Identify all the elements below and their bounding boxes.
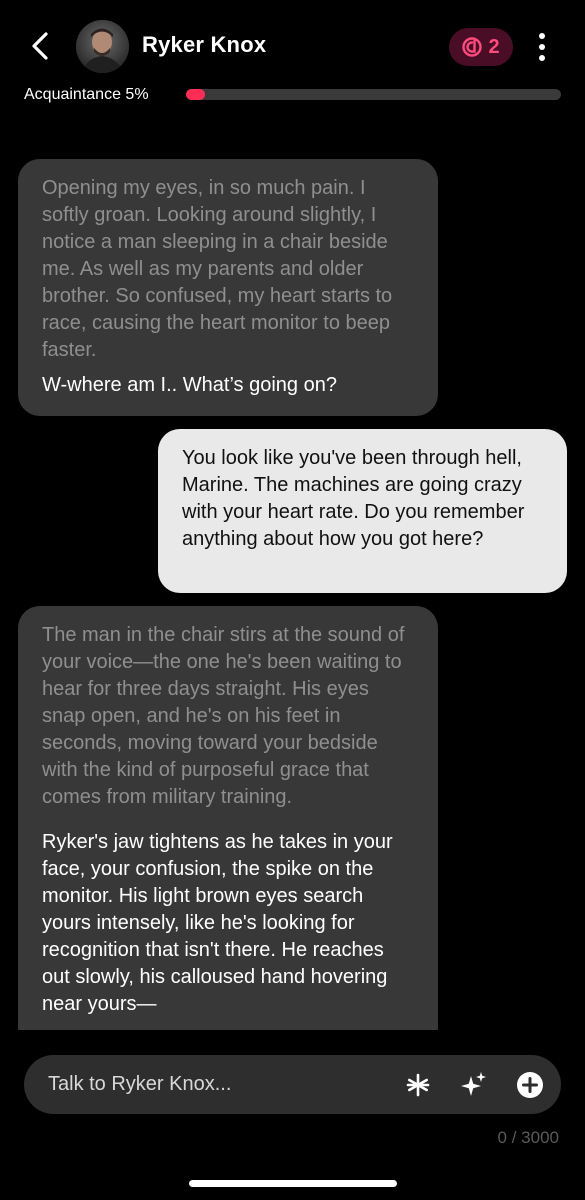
credits-badge[interactable]: 2 [449, 28, 513, 66]
relationship-percent: 5% [125, 86, 149, 103]
relationship-level: Acquaintance [24, 86, 121, 103]
avatar-image [76, 20, 129, 73]
character-counter: 0 / 3000 [497, 1128, 559, 1147]
relationship-progress-fill [186, 89, 205, 100]
more-vertical-icon-dot [539, 44, 545, 50]
avatar[interactable] [76, 20, 129, 73]
credits-count: 2 [488, 35, 500, 58]
message-narration: The man in the chair stirs at the sound … [42, 624, 405, 808]
message-narration: Opening my eyes, in so much pain. I soft… [42, 177, 393, 361]
more-options-button[interactable] [528, 28, 556, 66]
user-message[interactable]: You look like you've been through hell, … [158, 429, 567, 593]
chevron-left-icon [32, 32, 48, 60]
message-input[interactable] [48, 1055, 388, 1114]
asterisk-icon [406, 1073, 430, 1097]
character-message[interactable]: Opening my eyes, in so much pain. I soft… [18, 159, 438, 416]
message-speech: W-where am I.. What’s going on? [42, 374, 337, 396]
message-text: You look like you've been through hell, … [182, 447, 525, 550]
message-speech: Ryker's jaw tightens as he takes in your… [42, 831, 393, 1015]
message-composer [24, 1055, 561, 1114]
chat-message-list[interactable]: Opening my eyes, in so much pain. I soft… [0, 140, 585, 1030]
back-button[interactable] [22, 28, 58, 64]
more-vertical-icon-dot [539, 55, 545, 61]
magic-reply-button[interactable] [458, 1069, 490, 1101]
more-vertical-icon [539, 33, 545, 39]
character-message[interactable]: The man in the chair stirs at the sound … [18, 606, 438, 1030]
narration-mode-button[interactable] [402, 1069, 434, 1101]
character-name[interactable]: Ryker Knox [142, 32, 266, 58]
home-indicator[interactable] [189, 1180, 397, 1187]
relationship-label: Acquaintance 5% [24, 86, 149, 104]
chat-header: Ryker Knox 2 Acquaintance 5% [0, 0, 585, 130]
plus-circle-icon [517, 1072, 543, 1098]
add-attachment-button[interactable] [514, 1069, 546, 1101]
sparkle-icon [461, 1072, 486, 1096]
credit-coin-icon [462, 37, 483, 57]
relationship-progress-bar [186, 89, 561, 100]
